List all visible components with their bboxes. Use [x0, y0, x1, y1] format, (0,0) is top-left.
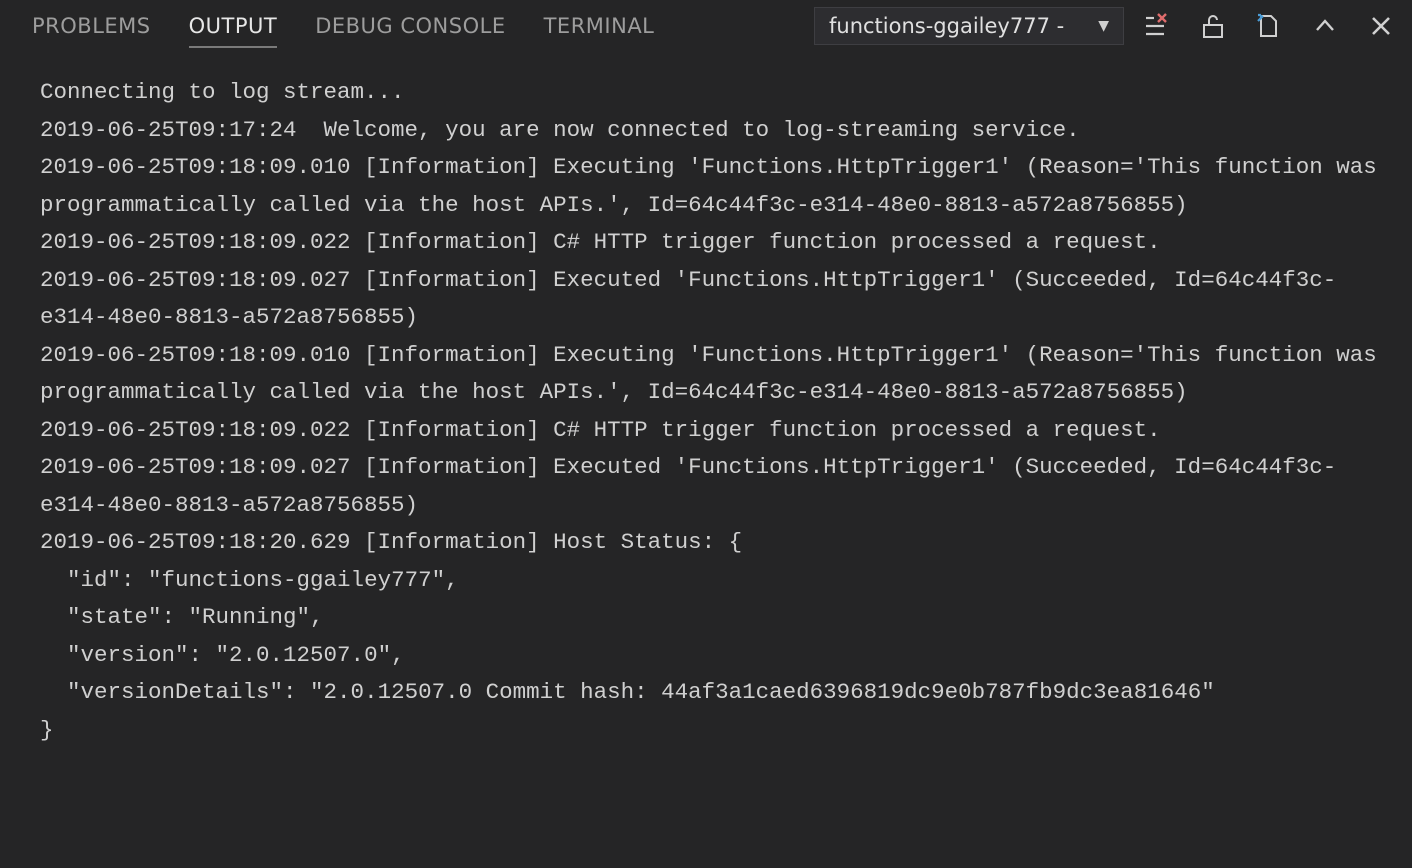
output-channel-dropdown[interactable]: functions-ggailey777 - ▼ — [814, 7, 1124, 45]
chevron-down-icon: ▼ — [1098, 18, 1109, 34]
tab-terminal[interactable]: TERMINAL — [544, 4, 655, 48]
tab-debug-console[interactable]: DEBUG CONSOLE — [315, 4, 505, 48]
close-panel-icon[interactable] — [1368, 13, 1394, 39]
panel-actions — [1144, 13, 1394, 39]
lock-scroll-icon[interactable] — [1200, 13, 1226, 39]
collapse-panel-icon[interactable] — [1312, 13, 1338, 39]
open-log-file-icon[interactable] — [1256, 13, 1282, 39]
tab-problems[interactable]: PROBLEMS — [32, 4, 151, 48]
panel-header: PROBLEMS OUTPUT DEBUG CONSOLE TERMINAL f… — [0, 0, 1412, 52]
tab-output[interactable]: OUTPUT — [189, 4, 278, 48]
output-channel-label: functions-ggailey777 - — [829, 14, 1088, 38]
clear-output-icon[interactable] — [1144, 13, 1170, 39]
output-log[interactable]: Connecting to log stream... 2019-06-25T0… — [0, 52, 1412, 749]
panel-tabs: PROBLEMS OUTPUT DEBUG CONSOLE TERMINAL — [32, 4, 654, 48]
